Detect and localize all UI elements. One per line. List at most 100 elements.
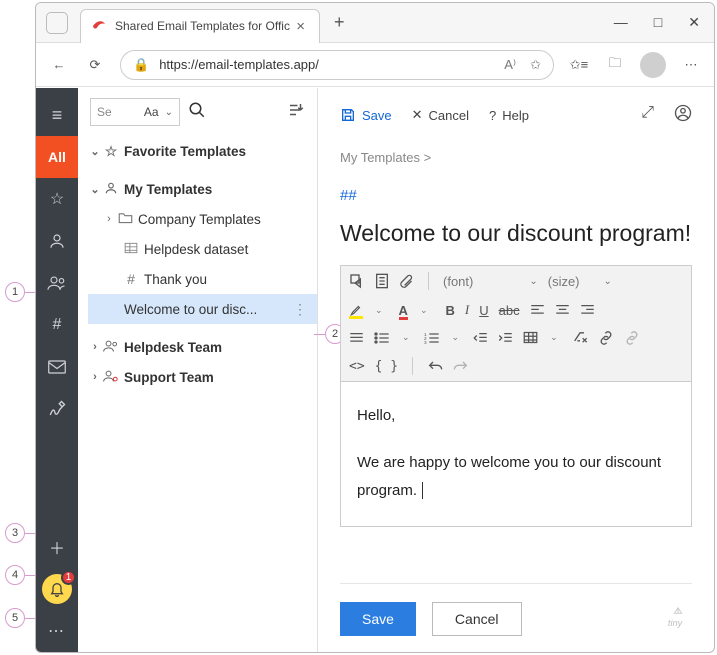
insert-field-icon[interactable] (375, 273, 389, 289)
italic-icon[interactable]: I (465, 302, 469, 318)
unlink-icon[interactable] (624, 331, 640, 345)
refresh-icon[interactable]: ⟳ (84, 57, 106, 73)
leftbar-users-icon[interactable] (36, 262, 78, 304)
leftbar-add-icon[interactable]: ＋ (36, 526, 78, 568)
svg-text:3: 3 (424, 340, 427, 344)
tree-label: Thank you (144, 272, 311, 287)
chevron-down-icon: ⌄ (88, 145, 102, 158)
underline-icon[interactable]: U (479, 303, 488, 318)
tab-close-icon[interactable]: × (292, 18, 309, 35)
tree-favorite-templates[interactable]: ⌄ ☆ Favorite Templates (88, 136, 317, 166)
tree-label: Welcome to our disc... (122, 302, 289, 317)
callout-4: 4 (5, 565, 25, 585)
bell-badge: 1 (61, 570, 76, 585)
tree-thank-you[interactable]: # Thank you (88, 264, 317, 294)
read-aloud-icon[interactable]: A⁾ (504, 57, 516, 73)
bullet-list-icon[interactable] (374, 332, 390, 344)
redo-icon[interactable] (453, 359, 469, 373)
tree-support-team[interactable]: › Support Team (88, 362, 317, 392)
lock-icon: 🔒 (133, 57, 149, 73)
url-input[interactable]: 🔒 https://email-templates.app/ A⁾ ✩ (120, 50, 554, 80)
insert-macro-icon[interactable] (349, 273, 365, 289)
link-icon[interactable] (598, 331, 614, 345)
highlight-color-icon[interactable] (349, 303, 363, 317)
toolbar-help-button[interactable]: ? Help (489, 108, 529, 123)
browser-menu-icon[interactable]: ⋯ (680, 57, 702, 73)
chevron-down-icon[interactable]: ⌄ (452, 332, 460, 343)
tree-company-templates[interactable]: › Company Templates (88, 204, 317, 234)
breadcrumb[interactable]: My Templates > (340, 150, 692, 165)
chevron-down-icon[interactable]: ⌄ (375, 305, 383, 316)
window-maximize-icon[interactable]: □ (654, 14, 662, 31)
leftbar-hash-icon[interactable]: # (36, 304, 78, 346)
browser-tab[interactable]: Shared Email Templates for Offic × (80, 9, 320, 43)
profile-avatar[interactable] (640, 52, 666, 78)
tab-actions-icon[interactable] (46, 12, 68, 34)
tree-welcome-template[interactable]: Welcome to our disc... ⋮ (88, 294, 317, 324)
chevron-down-icon[interactable]: ⌄ (402, 332, 410, 343)
callout-3: 3 (5, 523, 25, 543)
outdent-icon[interactable] (473, 332, 488, 344)
account-icon[interactable] (674, 104, 692, 127)
browser-addressbar: ← ⟳ 🔒 https://email-templates.app/ A⁾ ✩ … (36, 43, 714, 87)
back-icon[interactable]: ← (48, 57, 70, 72)
leftbar-user-icon[interactable] (36, 220, 78, 262)
window-minimize-icon[interactable]: — (614, 14, 628, 31)
tree-label: My Templates (124, 182, 311, 197)
leftbar-all[interactable]: All (36, 136, 78, 178)
sort-icon[interactable] (287, 101, 305, 124)
favorites-bar-icon[interactable]: ✩≡ (568, 57, 590, 73)
rte-content[interactable]: Hello, We are happy to welcome you to ou… (341, 382, 691, 526)
toolbar-cancel-button[interactable]: ✕ Cancel (412, 107, 469, 123)
search-icon[interactable] (188, 101, 206, 124)
footer-cancel-button[interactable]: Cancel (432, 602, 522, 636)
close-icon: ✕ (412, 107, 423, 123)
indent-icon[interactable] (498, 332, 513, 344)
macro-hashes[interactable]: ## (340, 187, 692, 204)
align-left-icon[interactable] (530, 304, 545, 316)
toolbar-save-button[interactable]: Save (340, 107, 392, 123)
search-placeholder-text: Se (97, 105, 119, 119)
font-color-icon[interactable]: A (399, 303, 408, 318)
expand-icon[interactable]: ⤢ (641, 104, 654, 127)
align-right-icon[interactable] (580, 304, 595, 316)
leftbar-sign-icon[interactable] (36, 388, 78, 430)
footer-save-button[interactable]: Save (340, 602, 416, 636)
table-icon[interactable] (523, 331, 538, 344)
collections-icon[interactable]: 🗀 (604, 54, 626, 76)
leftbar-notifications[interactable]: 1 (36, 568, 78, 610)
row-more-icon[interactable]: ⋮ (289, 301, 311, 318)
chevron-down-icon[interactable]: ⌄ (550, 332, 558, 343)
favorite-icon[interactable]: ✩ (530, 57, 541, 73)
align-center-icon[interactable] (555, 304, 570, 316)
tree-toolbar: Se Aa ⌄ (78, 88, 317, 132)
editor-footer: Save Cancel tiny (340, 583, 692, 636)
tree-helpdesk-team[interactable]: › Helpdesk Team (88, 332, 317, 362)
toolbar-cancel-label: Cancel (429, 108, 469, 123)
number-list-icon[interactable]: 123 (424, 332, 440, 344)
tree-search-input[interactable]: Se Aa ⌄ (90, 98, 180, 126)
font-family-select[interactable]: (font) ⌄ (443, 274, 538, 289)
chevron-down-icon[interactable]: ⌄ (420, 305, 428, 316)
leftbar-more-icon[interactable]: ⋯ (36, 610, 78, 652)
template-title[interactable]: Welcome to our discount program! (340, 220, 692, 247)
braces-icon[interactable]: { } (375, 359, 398, 374)
align-justify-icon[interactable] (349, 332, 364, 344)
star-icon: ☆ (102, 143, 120, 160)
font-size-select[interactable]: (size) ⌄ (548, 274, 612, 289)
strike-icon[interactable]: abc (499, 303, 520, 318)
leftbar-favorite-icon[interactable]: ☆ (36, 178, 78, 220)
tree-helpdesk-dataset[interactable]: Helpdesk dataset (88, 234, 317, 264)
search-options-chevron-icon[interactable]: ⌄ (165, 107, 173, 118)
bold-icon[interactable]: B (445, 303, 454, 318)
source-code-icon[interactable]: <> (349, 359, 365, 374)
new-tab-icon[interactable]: + (334, 12, 345, 33)
attach-icon[interactable] (399, 273, 414, 289)
chevron-right-icon: › (102, 213, 116, 225)
undo-icon[interactable] (427, 359, 443, 373)
tree-my-templates[interactable]: ⌄ My Templates (88, 174, 317, 204)
window-close-icon[interactable]: ✕ (688, 14, 700, 31)
clear-format-icon[interactable] (572, 330, 588, 345)
leftbar-mail-icon[interactable] (36, 346, 78, 388)
menu-icon[interactable]: ≡ (36, 94, 78, 136)
